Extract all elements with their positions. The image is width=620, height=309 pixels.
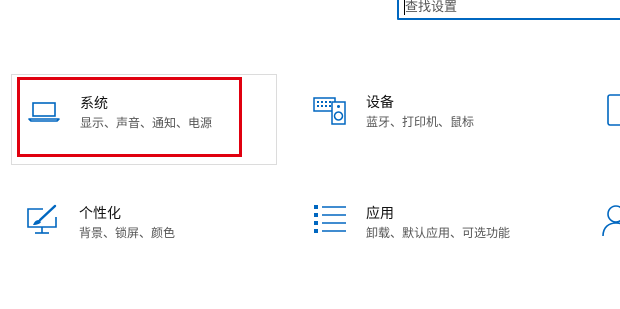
- search-input[interactable]: [405, 0, 605, 16]
- search-box[interactable]: [397, 0, 620, 20]
- tile-personalization-title: 个性化: [79, 206, 121, 222]
- tile-personalization-desc: 背景、锁屏、颜色: [79, 226, 176, 240]
- laptop-icon: [28, 102, 60, 122]
- paintbrush-monitor-icon: [27, 204, 57, 234]
- person-icon: [602, 205, 620, 237]
- tile-apps[interactable]: 应用 卸载、默认应用、可选功能: [302, 185, 582, 276]
- keyboard-speaker-icon: [313, 97, 346, 125]
- tile-devices[interactable]: 设备 蓝牙、打印机、鼠标: [302, 74, 582, 165]
- tile-apps-title: 应用: [366, 206, 394, 222]
- tile-apps-desc: 卸载、默认应用、可选功能: [366, 226, 511, 240]
- phone-icon: [607, 94, 620, 126]
- tile-accounts[interactable]: [596, 185, 620, 276]
- tile-system-title: 系统: [80, 96, 108, 112]
- settings-home: 系统 显示、声音、通知、电源 设备 蓝牙、打印机、鼠标: [0, 0, 620, 309]
- tile-devices-title: 设备: [366, 95, 394, 111]
- tile-phone[interactable]: [596, 74, 620, 165]
- apps-list-icon: [314, 205, 346, 233]
- tile-system[interactable]: 系统 显示、声音、通知、电源: [11, 74, 277, 165]
- tile-system-desc: 显示、声音、通知、电源: [80, 116, 213, 130]
- tile-devices-desc: 蓝牙、打印机、鼠标: [366, 115, 475, 129]
- tile-personalization[interactable]: 个性化 背景、锁屏、颜色: [11, 185, 277, 276]
